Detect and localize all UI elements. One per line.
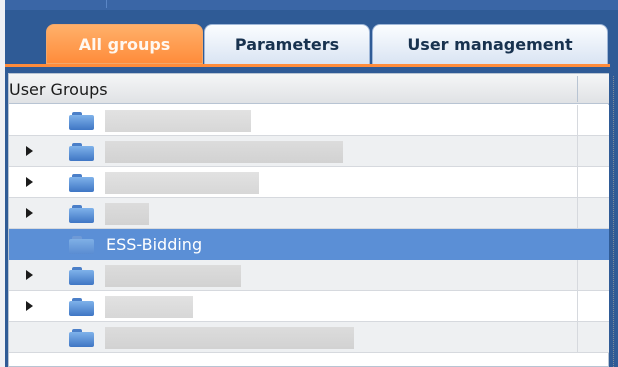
folder-icon [69, 298, 94, 316]
tab-all-groups-label: All groups [78, 34, 171, 54]
column-divider [577, 260, 578, 291]
expand-arrow-icon[interactable] [26, 146, 33, 156]
tab-strip: All groups Parameters User management [5, 24, 618, 70]
tab-user-management[interactable]: User management [372, 24, 608, 64]
column-divider [577, 136, 578, 167]
tab-all-groups[interactable]: All groups [46, 24, 203, 64]
table-row[interactable] [9, 105, 609, 136]
column-header-user-groups[interactable]: User Groups [9, 80, 108, 99]
column-divider [577, 105, 578, 136]
tab-parameters-label: Parameters [234, 35, 340, 54]
table-header: User Groups [9, 74, 609, 104]
folder-icon [69, 236, 94, 254]
redacted-label [105, 203, 149, 225]
folder-icon [69, 329, 94, 347]
column-divider [577, 229, 578, 260]
expand-arrow-icon[interactable] [26, 177, 33, 187]
app-frame: All groups Parameters User management Us… [5, 0, 618, 367]
table-row[interactable] [9, 260, 609, 291]
redacted-label [105, 172, 259, 194]
expand-arrow-icon[interactable] [26, 301, 33, 311]
table-row[interactable] [9, 167, 609, 198]
table-row[interactable] [9, 322, 609, 353]
tab-user-management-label: User management [407, 35, 573, 54]
redacted-label [105, 265, 241, 287]
folder-icon [69, 174, 94, 192]
column-divider [577, 167, 578, 198]
table-row[interactable] [9, 136, 609, 167]
panel-edge-guide [613, 76, 615, 367]
column-divider [577, 198, 578, 229]
active-tab-underline [5, 64, 610, 67]
column-divider [577, 322, 578, 353]
toolbar-separator [106, 0, 107, 8]
user-groups-table: User Groups ESS-Bidding [8, 73, 609, 367]
redacted-label [105, 296, 193, 318]
column-divider [577, 291, 578, 322]
folder-icon [69, 143, 94, 161]
tab-parameters[interactable]: Parameters [204, 24, 370, 64]
redacted-label [105, 327, 354, 349]
expand-arrow-icon[interactable] [26, 270, 33, 280]
group-name: ESS-Bidding [106, 235, 203, 254]
redacted-label [105, 110, 251, 132]
expand-arrow-icon[interactable] [26, 208, 33, 218]
folder-icon [69, 112, 94, 130]
folder-icon [69, 267, 94, 285]
redacted-label [105, 141, 343, 163]
table-row-selected[interactable]: ESS-Bidding [9, 229, 609, 260]
table-row[interactable] [9, 291, 609, 322]
top-toolbar [5, 0, 618, 10]
folder-icon [69, 205, 94, 223]
column-resize-handle[interactable] [577, 76, 578, 102]
table-row[interactable] [9, 198, 609, 229]
